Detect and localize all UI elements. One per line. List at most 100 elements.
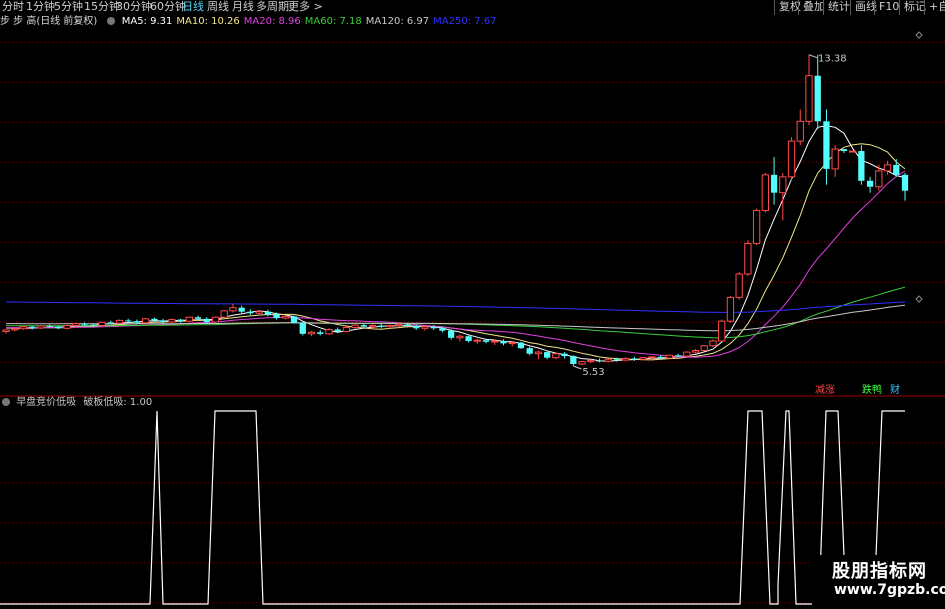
ma-label: MA250: 7.67 — [433, 16, 497, 27]
main-chart-header: 步 步 高(日线 前复权) MA5: 9.31 MA10: 10.26 MA20: … — [0, 15, 505, 28]
candle-body — [395, 323, 403, 327]
candle-body — [238, 307, 245, 312]
toolbar-button[interactable]: 叠加 — [798, 0, 825, 15]
sub-chart-header: 早盘竞价低吸 破板低吸: 1.00 — [0, 397, 152, 409]
period-tab[interactable]: 日线 — [182, 0, 204, 14]
candle-body — [587, 359, 595, 363]
candle-body — [709, 340, 717, 347]
period-tab[interactable]: 更多 > — [288, 0, 323, 14]
candle-body — [46, 325, 53, 327]
candle-body — [491, 340, 499, 343]
indicator-value: 破板低吸: 1.00 — [83, 397, 153, 408]
candle-body — [447, 330, 455, 338]
candle-body — [473, 339, 481, 342]
candle-body — [875, 170, 883, 188]
candle-body — [255, 311, 263, 314]
toolbar-button[interactable]: 统计 — [823, 0, 850, 15]
candle-body — [848, 150, 857, 153]
candle-body — [534, 351, 543, 355]
candle-body — [142, 318, 150, 324]
settings-icon[interactable] — [2, 398, 10, 406]
period-tab[interactable]: 周线 — [207, 0, 229, 14]
candle-body — [796, 120, 804, 142]
indicator-title: 早盘竞价低吸 — [16, 397, 77, 408]
candle-body — [107, 322, 114, 324]
toolbar-button[interactable]: F10 — [874, 0, 899, 15]
candle-body — [823, 121, 830, 169]
candle-body — [893, 164, 900, 175]
candle-body — [631, 358, 638, 360]
period-tab[interactable]: 15分钟 — [84, 0, 120, 14]
candle-body — [604, 358, 612, 362]
watermark-url: www.7gpzb.com — [834, 582, 945, 598]
toolbar-button[interactable]: 标记 — [899, 0, 926, 15]
period-tab[interactable]: 1分钟 — [26, 0, 55, 14]
signal-label: 财 — [890, 383, 900, 396]
candle-body — [290, 316, 298, 323]
watermark-title: 股朋指标网 — [832, 561, 927, 582]
indicator-line — [0, 410, 905, 605]
settings-icon[interactable] — [106, 17, 115, 25]
candle-body — [55, 326, 62, 329]
candle-body — [761, 174, 769, 212]
toolbar: 分时 1分钟 5分钟 15分钟 30分钟 60分钟 日线 周线 月线 多周期 更多 > 复权 叠加 统计画… — [0, 0, 945, 15]
chart-canvas[interactable]: 13.38 5.53 减涨 跌鸭财 — [0, 0, 945, 609]
candle-body — [413, 325, 420, 329]
candle-body — [831, 148, 839, 170]
candle-body — [561, 353, 568, 357]
candle-body — [203, 318, 210, 322]
candle-body — [264, 311, 271, 315]
candle-body — [901, 174, 909, 191]
low-marker — [573, 365, 582, 370]
candle-body — [151, 318, 158, 321]
candle-body — [299, 322, 306, 334]
ma-line — [5, 286, 906, 339]
candle-body — [185, 316, 193, 322]
candle-body — [177, 319, 184, 322]
candle-body — [220, 310, 228, 318]
candle-body — [11, 328, 19, 331]
candle-body — [814, 75, 821, 122]
toolbar-button[interactable]: +自选 — [924, 0, 945, 15]
period-tab[interactable]: 30分钟 — [116, 0, 152, 14]
period-tab[interactable]: 分时 — [2, 0, 24, 14]
candle-body — [858, 151, 865, 181]
diamond-icon — [915, 31, 923, 39]
ma-legend: MA5: 9.31 MA10: 10.26 MA20: 8.96 MA60: 7.18… — [122, 16, 501, 27]
candle-body — [421, 326, 429, 329]
candle-body — [613, 359, 621, 361]
candle-body — [482, 340, 490, 342]
candle-body — [683, 351, 691, 357]
ma-line — [5, 143, 906, 361]
candle-body — [439, 328, 446, 331]
candle-body — [744, 242, 752, 275]
candle-body — [517, 342, 525, 349]
high-label: 13.38 — [818, 54, 847, 65]
diamond-icon — [915, 295, 923, 303]
candle-body — [386, 325, 394, 328]
candle-body — [552, 353, 560, 359]
candle-body — [317, 332, 324, 334]
candle-body — [325, 329, 333, 335]
candle-body — [334, 329, 341, 332]
signal-label: 减涨 — [815, 384, 835, 396]
period-tab[interactable]: 60分钟 — [150, 0, 186, 14]
toolbar-button[interactable]: 复权 — [774, 0, 801, 15]
candle-body — [691, 350, 700, 353]
period-tab[interactable]: 多周期 — [256, 0, 289, 14]
toolbar-button[interactable]: 画线 — [850, 0, 877, 15]
candle-body — [735, 273, 743, 298]
candle-body — [159, 320, 167, 322]
candle-body — [81, 323, 88, 325]
ma-label: MA20: 8.96 — [243, 16, 301, 27]
ma-label: MA120: 6.97 — [365, 16, 430, 27]
candle-body — [674, 355, 682, 357]
candle-body — [883, 164, 892, 172]
candle-body — [378, 325, 385, 327]
period-tab[interactable]: 5分钟 — [54, 0, 83, 14]
candle-body — [37, 325, 45, 329]
candle-body — [194, 317, 202, 319]
candle-body — [718, 320, 726, 342]
period-tab[interactable]: 月线 — [232, 0, 254, 14]
candle-body — [2, 329, 10, 332]
